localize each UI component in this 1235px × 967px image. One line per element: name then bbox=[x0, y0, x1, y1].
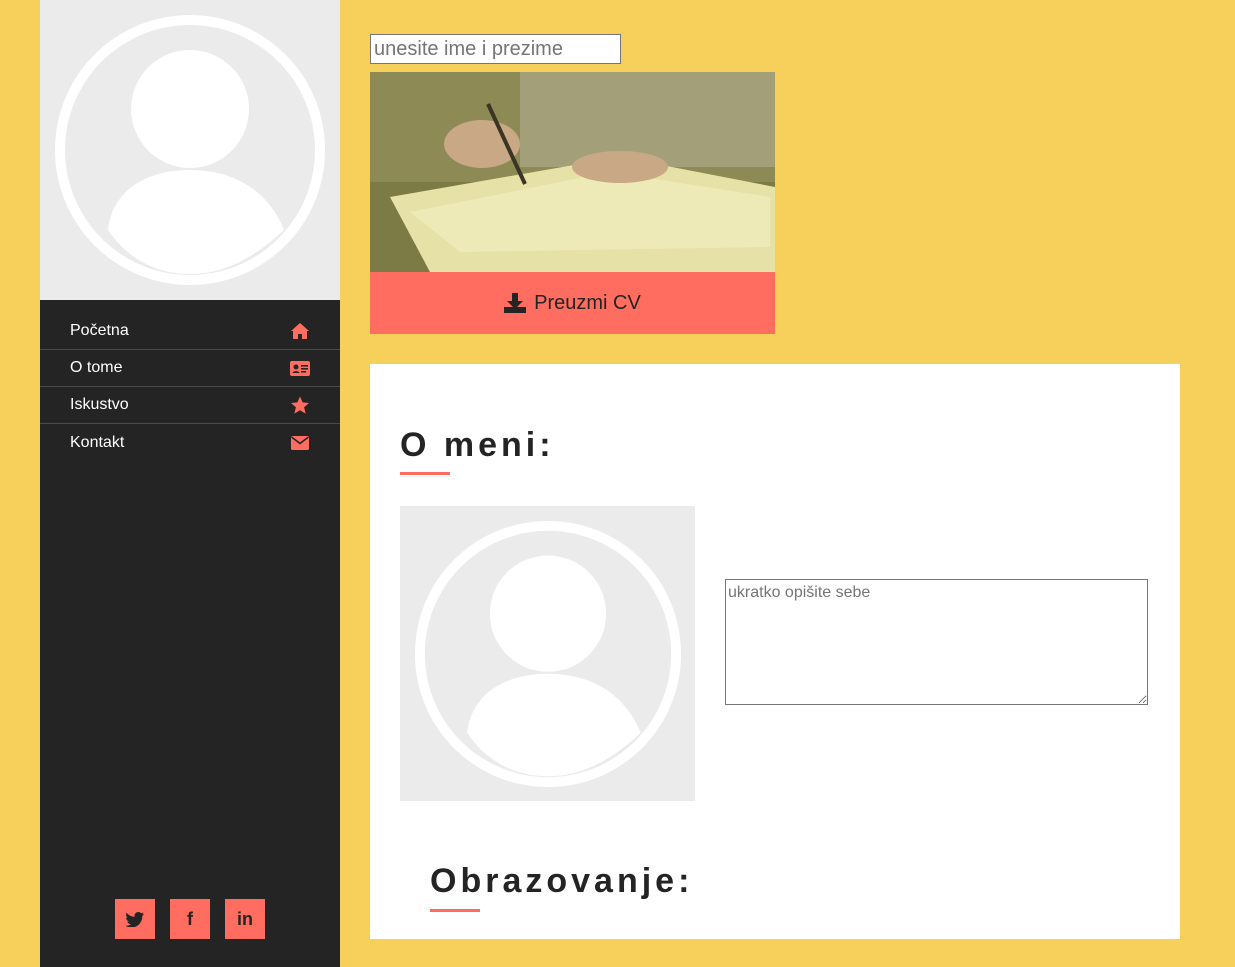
education-title: Obrazovanje: bbox=[430, 862, 694, 900]
download-cv-label: Preuzmi CV bbox=[534, 291, 641, 314]
envelope-icon bbox=[290, 433, 310, 453]
sidebar-nav: Početna O tome Iskustvo Kontakt bbox=[40, 300, 340, 461]
about-title: O meni: bbox=[400, 426, 555, 464]
linkedin-button[interactable]: in bbox=[225, 899, 265, 939]
avatar-placeholder-icon bbox=[55, 15, 325, 285]
nav-item-pocetna[interactable]: Početna bbox=[40, 313, 340, 350]
home-icon bbox=[290, 321, 310, 341]
about-title-underline bbox=[400, 472, 450, 475]
id-card-icon bbox=[290, 358, 310, 378]
education-title-underline bbox=[430, 909, 480, 912]
nav-label: O tome bbox=[70, 359, 123, 376]
download-icon bbox=[504, 293, 527, 313]
about-textarea[interactable] bbox=[725, 579, 1148, 705]
nav-item-iskustvo[interactable]: Iskustvo bbox=[40, 387, 340, 424]
nav-label: Kontakt bbox=[70, 433, 125, 451]
facebook-icon: f bbox=[187, 908, 193, 929]
writing-photo bbox=[370, 72, 775, 272]
profile-avatar bbox=[40, 0, 340, 300]
nav-label: Iskustvo bbox=[70, 396, 129, 413]
nav-item-o-tome[interactable]: O tome bbox=[40, 350, 340, 387]
about-card: O meni: Obrazovanje: bbox=[370, 364, 1180, 939]
about-photo bbox=[400, 506, 695, 801]
name-input[interactable] bbox=[370, 34, 621, 64]
download-cv-button[interactable]: Preuzmi CV bbox=[370, 272, 775, 334]
linkedin-icon: in bbox=[237, 908, 253, 929]
avatar-placeholder-icon bbox=[414, 520, 681, 787]
nav-item-kontakt[interactable]: Kontakt bbox=[40, 424, 340, 461]
twitter-icon bbox=[126, 911, 144, 927]
sidebar: Početna O tome Iskustvo Kontakt f in bbox=[40, 0, 340, 967]
star-icon bbox=[290, 395, 310, 415]
facebook-button[interactable]: f bbox=[170, 899, 210, 939]
social-links: f in bbox=[115, 899, 265, 939]
nav-label: Početna bbox=[70, 322, 129, 339]
hero-image bbox=[370, 72, 775, 272]
twitter-button[interactable] bbox=[115, 899, 155, 939]
